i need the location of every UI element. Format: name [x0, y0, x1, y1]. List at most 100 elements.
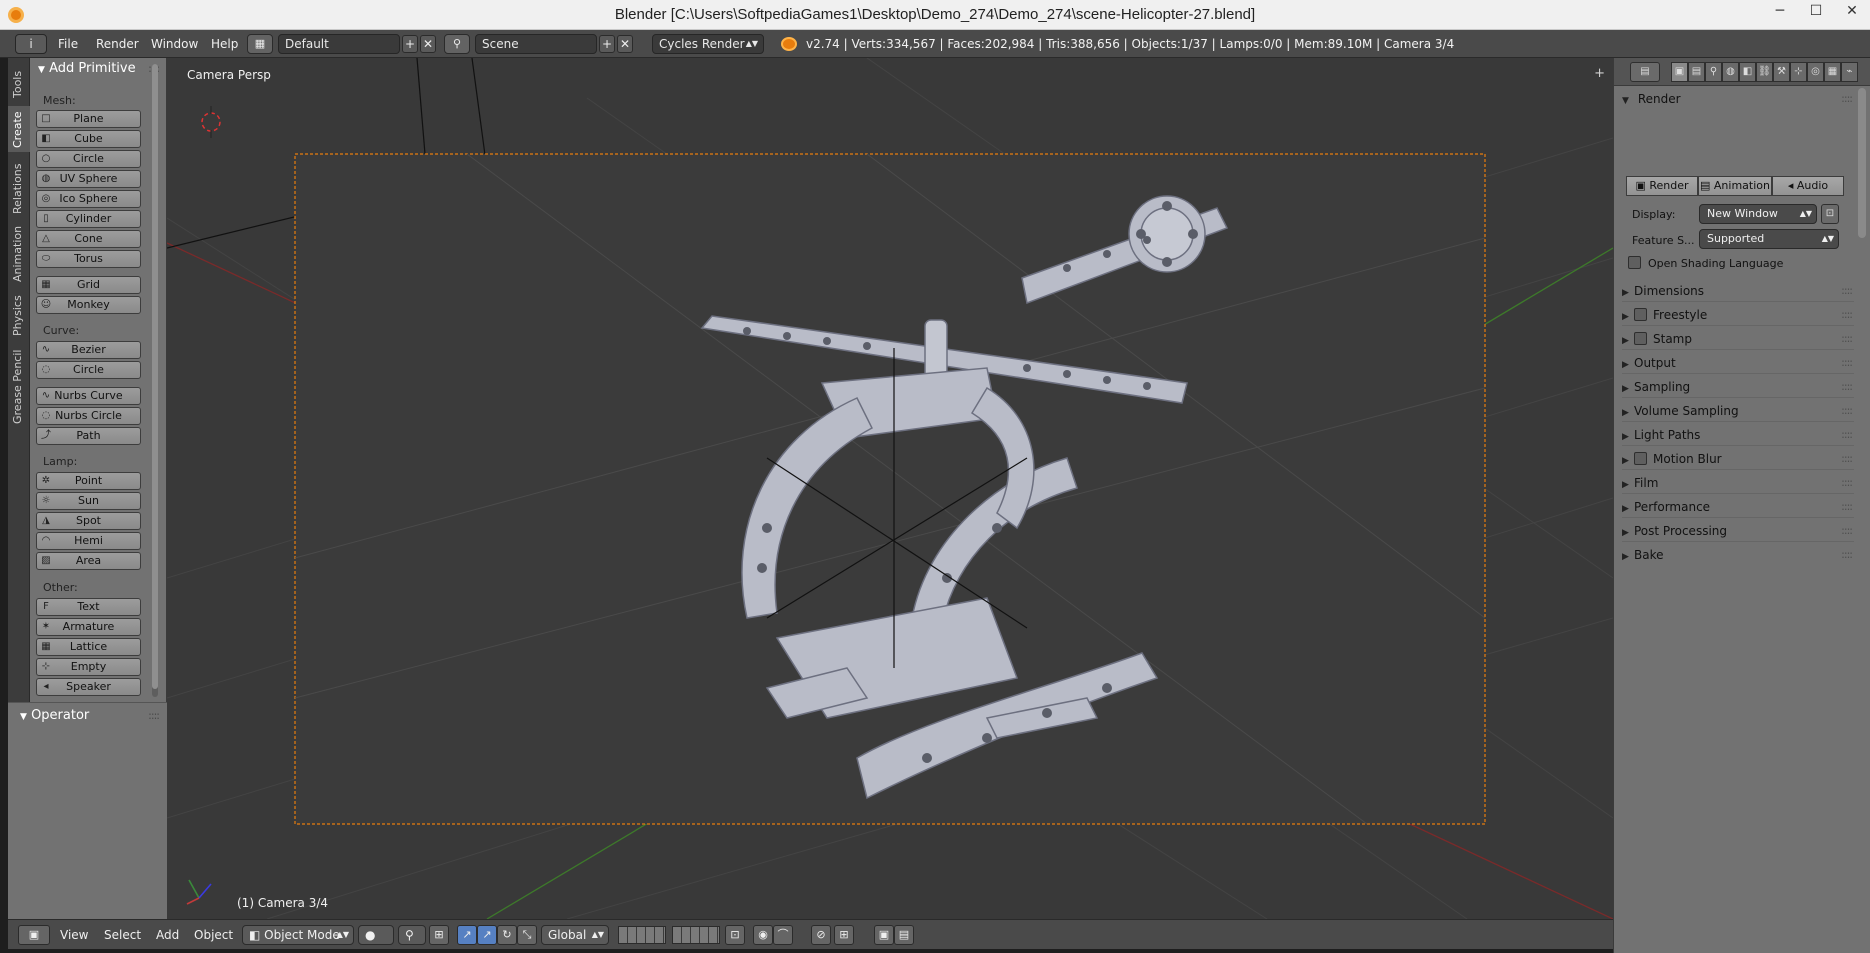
render-audio-button[interactable]: ◂ Audio [1772, 176, 1844, 196]
add-area-lamp-button[interactable]: ▨ Area [36, 552, 141, 570]
add-monkey-button[interactable]: ☺ Monkey [36, 296, 141, 314]
add-spot-lamp-button[interactable]: ◮ Spot [36, 512, 141, 530]
panel-grip-icon[interactable]: :::: [1841, 472, 1853, 494]
interaction-mode-dropdown[interactable]: ◧ Object Mode ▲▼ [242, 925, 354, 945]
falloff-curve-icon[interactable]: ⌒ [773, 925, 793, 945]
add-nurbs-circle-button[interactable]: ◌ Nurbs Circle [36, 407, 141, 425]
add-path-button[interactable]: ⤴ Path [36, 427, 141, 445]
render-context-camera-icon[interactable]: ▣ [1671, 62, 1688, 82]
editor-type-info-icon[interactable]: i [15, 34, 47, 54]
add-plane-button[interactable]: □ Plane [36, 110, 141, 128]
scene-context-icon[interactable]: ⚲ [1705, 62, 1722, 82]
add-cone-button[interactable]: △ Cone [36, 230, 141, 248]
panel-grip-icon[interactable]: :::: [1841, 400, 1853, 422]
manipulator-active-icon[interactable]: ↗ [477, 925, 497, 945]
add-empty-button[interactable]: ⊹ Empty [36, 658, 141, 676]
editor-type-properties-icon[interactable]: ▤ [1630, 62, 1660, 82]
properties-scrollbar[interactable] [1858, 88, 1866, 238]
section-film[interactable]: ▶ Film:::: [1622, 472, 1854, 494]
osl-checkbox[interactable] [1628, 256, 1641, 269]
panel-grip-icon[interactable]: :::: [1841, 328, 1853, 350]
render-engine-dropdown[interactable]: Cycles Render ▲▼ [652, 34, 764, 54]
menu-object[interactable]: Object [194, 920, 233, 950]
tab-relations[interactable]: Relations [8, 154, 30, 218]
feature-set-dropdown[interactable]: Supported ▲▼ [1699, 229, 1839, 249]
panel-grip-icon[interactable]: :::: [1841, 280, 1853, 302]
panel-grip-icon[interactable]: :::: [1841, 496, 1853, 518]
panel-grip-icon[interactable]: :::: [1841, 352, 1853, 374]
opengl-animation-icon[interactable]: ▤ [894, 925, 914, 945]
freestyle-checkbox[interactable] [1634, 308, 1647, 321]
add-screen-button[interactable]: + [402, 35, 418, 53]
add-scene-button[interactable]: + [599, 35, 615, 53]
section-sampling[interactable]: ▶ Sampling:::: [1622, 376, 1854, 398]
panel-grip-icon[interactable]: :::: [1841, 376, 1853, 398]
close-button[interactable]: ✕ [1834, 0, 1870, 26]
display-dropdown[interactable]: New Window ▲▼ [1699, 204, 1817, 224]
maximize-button[interactable]: ☐ [1798, 0, 1834, 26]
panel-grip-icon[interactable]: :::: [1841, 544, 1853, 566]
screen-layout-icon[interactable]: ▦ [247, 34, 273, 54]
render-animation-button[interactable]: ▤ Animation [1698, 176, 1772, 196]
panel-grip-icon[interactable]: :::: [1841, 88, 1853, 110]
section-bake[interactable]: ▶ Bake:::: [1622, 544, 1854, 566]
tab-create[interactable]: Create [8, 106, 30, 152]
remove-screen-button[interactable]: ✕ [420, 35, 436, 53]
add-circle-button[interactable]: ○ Circle [36, 150, 141, 168]
menu-help[interactable]: Help [211, 30, 238, 58]
physics-context-icon[interactable]: ⌁ [1841, 62, 1858, 82]
tab-physics[interactable]: Physics [8, 288, 30, 340]
layer-buttons-group-2[interactable] [672, 926, 720, 944]
add-speaker-button[interactable]: ◂ Speaker [36, 678, 141, 696]
layer-buttons-group-1[interactable] [618, 926, 666, 944]
panel-grip-icon[interactable]: :::: [148, 705, 160, 727]
data-context-icon[interactable]: ⊹ [1790, 62, 1807, 82]
tool-shelf-scrollbar[interactable] [152, 64, 158, 697]
opengl-render-icon[interactable]: ▣ [874, 925, 894, 945]
scene-icon[interactable]: ⚲ [444, 34, 470, 54]
panel-grip-icon[interactable]: :::: [1841, 448, 1853, 470]
add-hemi-lamp-button[interactable]: ◠ Hemi [36, 532, 141, 550]
manipulator-rotate-icon[interactable]: ↻ [497, 925, 517, 945]
screen-layout-field[interactable]: Default [278, 34, 400, 54]
constraints-icon[interactable]: ⛓ [1756, 62, 1773, 82]
panel-grip-icon[interactable]: :::: [1841, 424, 1853, 446]
motion-blur-checkbox[interactable] [1634, 452, 1647, 465]
object-context-icon[interactable]: ◧ [1739, 62, 1756, 82]
viewport-split-corner[interactable]: + [1594, 66, 1605, 81]
add-torus-button[interactable]: ⬭ Torus [36, 250, 141, 268]
manipulator-translate-icon[interactable]: ↗ [457, 925, 477, 945]
pivot-point-dropdown[interactable]: ⚲ [398, 925, 426, 945]
proportional-editing-icon[interactable]: ◉ [753, 925, 773, 945]
world-context-icon[interactable]: ◍ [1722, 62, 1739, 82]
add-uv-sphere-button[interactable]: ◍ UV Sphere [36, 170, 141, 188]
render-still-button[interactable]: ▣ Render [1626, 176, 1698, 196]
add-sun-lamp-button[interactable]: ☼ Sun [36, 492, 141, 510]
menu-file[interactable]: File [58, 30, 78, 58]
viewport-scene[interactable] [167, 58, 1613, 919]
stamp-checkbox[interactable] [1634, 332, 1647, 345]
modifiers-wrench-icon[interactable]: ⚒ [1773, 62, 1790, 82]
section-dimensions[interactable]: ▶ Dimensions:::: [1622, 280, 1854, 302]
scene-field[interactable]: Scene [475, 34, 597, 54]
snap-toggle-icon[interactable]: ⊘ [811, 925, 831, 945]
viewport-shading-dropdown[interactable]: ● [358, 925, 394, 945]
material-context-icon[interactable]: ◎ [1807, 62, 1824, 82]
manipulator-scale-icon[interactable]: ⤡ [517, 925, 537, 945]
transform-orientation-dropdown[interactable]: Global ▲▼ [541, 925, 609, 945]
add-point-lamp-button[interactable]: ✲ Point [36, 472, 141, 490]
section-light-paths[interactable]: ▶ Light Paths:::: [1622, 424, 1854, 446]
add-lattice-button[interactable]: ▦ Lattice [36, 638, 141, 656]
minimize-button[interactable]: ─ [1762, 0, 1798, 26]
lock-interface-icon[interactable]: ⊡ [1821, 204, 1839, 224]
3d-viewport[interactable]: Camera Persp (1) Camera 3/4 + [167, 58, 1613, 919]
tab-tools[interactable]: Tools [8, 64, 30, 104]
operator-panel-header[interactable]: ▼ Operator :::: [8, 705, 167, 727]
add-text-button[interactable]: F Text [36, 598, 141, 616]
add-grid-button[interactable]: ▦ Grid [36, 276, 141, 294]
menu-select[interactable]: Select [104, 920, 141, 950]
add-primitive-panel-header[interactable]: ▼ Add Primitive :::: [30, 58, 167, 80]
remove-scene-button[interactable]: ✕ [617, 35, 633, 53]
section-stamp[interactable]: ▶ Stamp:::: [1622, 328, 1854, 350]
add-nurbs-curve-button[interactable]: ∿ Nurbs Curve [36, 387, 141, 405]
